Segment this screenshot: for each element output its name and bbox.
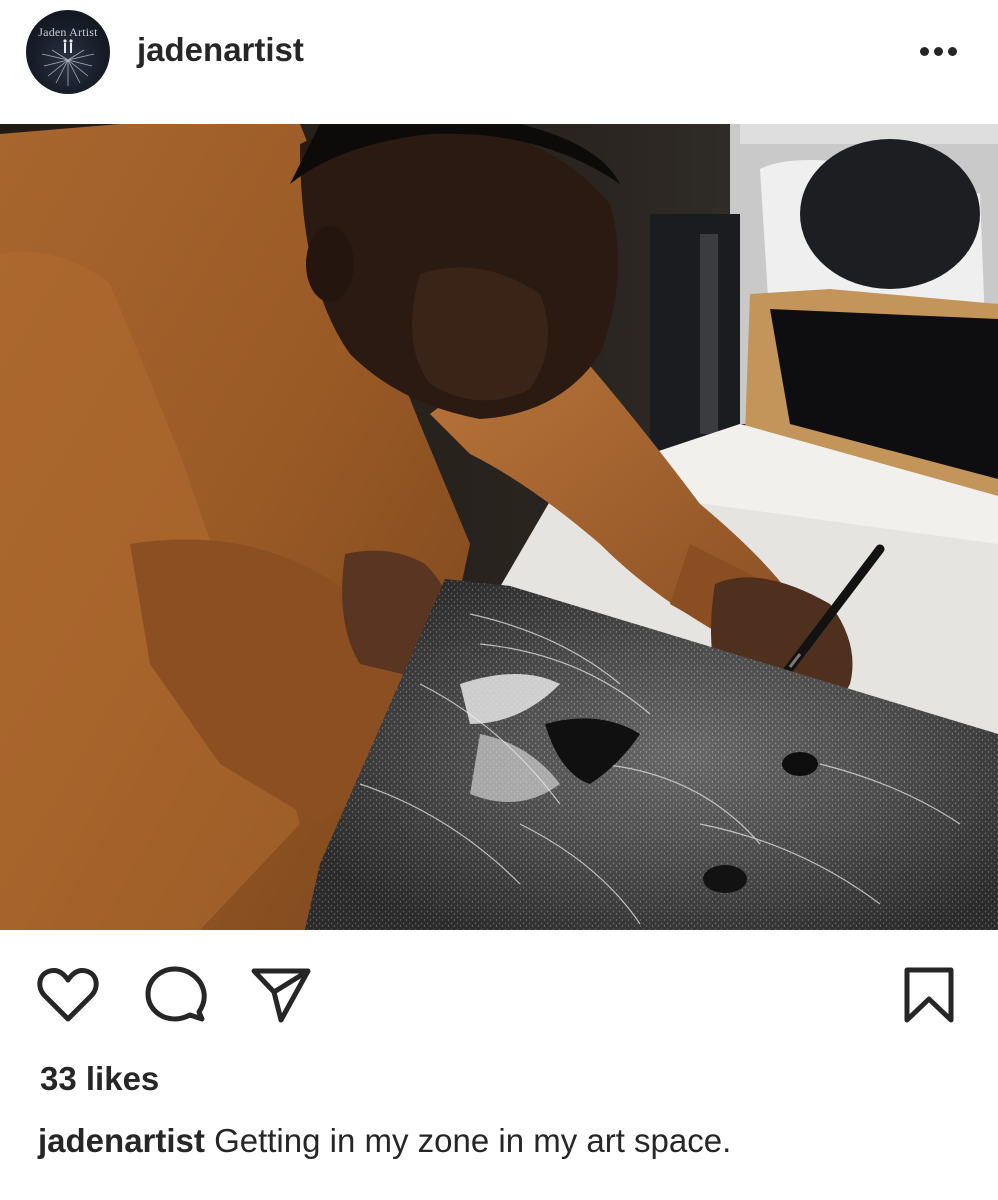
heart-icon [37,968,99,1022]
likes-count[interactable]: 33 likes [40,1060,159,1098]
share-button[interactable] [250,966,312,1024]
like-button[interactable] [36,966,100,1024]
bookmark-icon [904,967,954,1023]
more-dot-icon [934,47,943,56]
caption-username[interactable]: jadenartist [38,1122,205,1159]
more-options-button[interactable] [912,40,966,64]
avatar[interactable]: Jaden Artist [26,10,110,94]
comment-bubble-icon [145,966,207,1022]
comment-button[interactable] [143,964,207,1024]
post-caption: jadenartist Getting in my zone in my art… [38,1122,968,1160]
more-dot-icon [920,47,929,56]
avatar-burst-icon [41,39,95,86]
post-actions-bar [0,930,998,1050]
caption-text: Getting in my zone in my art space. [214,1122,732,1159]
more-dot-icon [948,47,957,56]
save-button[interactable] [902,966,956,1024]
post-photo-illustration [0,124,998,930]
post-username[interactable]: jadenartist [137,31,304,69]
post-photo[interactable] [0,124,998,930]
post-header: Jaden Artist jadenartist [0,0,998,124]
paper-plane-icon [251,968,311,1023]
